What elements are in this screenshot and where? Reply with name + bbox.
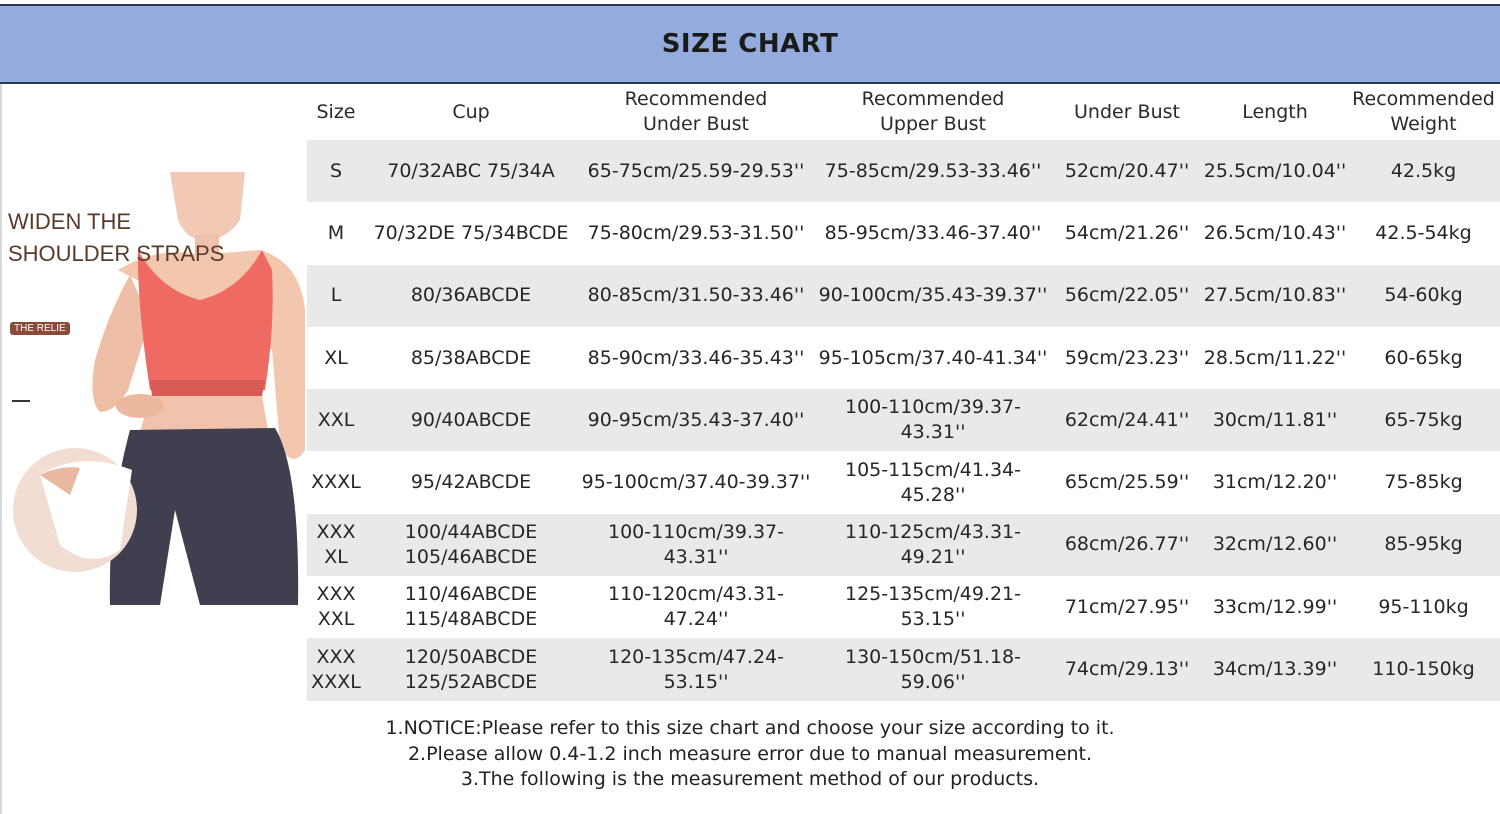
cell-recommended-under-bust: 85-90cm/33.46-35.43''	[587, 346, 805, 369]
column-header-recommended-upper-bust: Recommended Upper Bust	[861, 88, 1005, 135]
cell-recommended-weight: 75-85kg	[1384, 471, 1463, 494]
cell-cup: 100/44ABCDE 105/46ABCDE	[404, 520, 538, 568]
cell-recommended-under-bust: 95-100cm/37.40-39.37''	[581, 471, 811, 494]
cell-under-bust: 59cm/23.23''	[1064, 346, 1190, 369]
cell-cup: 90/40ABCDE	[410, 408, 532, 431]
cell-cup: 95/42ABCDE	[410, 471, 532, 494]
cell-recommended-under-bust: 80-85cm/31.50-33.46''	[587, 284, 805, 307]
cell-recommended-weight: 60-65kg	[1384, 346, 1463, 369]
notes: 1.NOTICE:Please refer to this size chart…	[0, 716, 1500, 793]
table-row: XXX XXL 110/46ABCDE 115/48ABCDE 110-120cm/…	[307, 576, 1500, 638]
cell-under-bust: 74cm/29.13''	[1064, 658, 1190, 681]
cell-recommended-upper-bust: 100-110cm/39.37- 43.31''	[845, 396, 1021, 444]
cell-length: 30cm/11.81''	[1212, 408, 1338, 431]
cell-recommended-under-bust: 110-120cm/43.31- 47.24''	[608, 583, 784, 631]
table-row: S 70/32ABC 75/34A 65-75cm/25.59-29.53'' 75-…	[307, 140, 1500, 203]
cell-length: 28.5cm/11.22''	[1203, 346, 1347, 369]
cell-size: XXX XXL	[316, 583, 356, 631]
column-header-cup: Cup	[452, 100, 490, 123]
cell-recommended-weight: 42.5kg	[1390, 159, 1457, 182]
cell-recommended-upper-bust: 105-115cm/41.34- 45.28''	[845, 458, 1021, 506]
table-row: XXXL 95/42ABCDE 95-100cm/37.40-39.37'' 105-…	[307, 451, 1500, 513]
cell-cup: 85/38ABCDE	[410, 346, 532, 369]
cell-recommended-weight: 85-95kg	[1384, 533, 1463, 556]
size-table: Size Cup Recommended Under Bust Recommen…	[307, 84, 1500, 701]
column-header-recommended-under-bust: Recommended Under Bust	[624, 88, 768, 135]
promo-headline-line1: WIDEN THE	[8, 209, 132, 234]
promo-headline: WIDEN THE SHOULDER STRAPS	[8, 206, 224, 270]
table-row: XXX XXXL 120/50ABCDE 125/52ABCDE 120-135cm…	[307, 638, 1500, 701]
note-2: 2.Please allow 0.4-1.2 inch measure erro…	[407, 742, 1093, 765]
cell-under-bust: 56cm/22.05''	[1064, 284, 1190, 307]
table-body: S 70/32ABC 75/34A 65-75cm/25.59-29.53'' 75-…	[307, 140, 1500, 701]
cell-under-bust: 54cm/21.26''	[1064, 221, 1190, 244]
cell-recommended-upper-bust: 90-100cm/35.43-39.37''	[818, 284, 1048, 307]
cell-size: S	[329, 159, 343, 182]
cell-recommended-under-bust: 100-110cm/39.37- 43.31''	[608, 520, 784, 568]
cell-recommended-under-bust: 90-95cm/35.43-37.40''	[587, 408, 805, 431]
cell-recommended-weight: 95-110kg	[1378, 595, 1469, 618]
cell-size: XL	[324, 346, 348, 369]
cell-length: 25.5cm/10.04''	[1203, 159, 1347, 182]
cell-cup: 70/32DE 75/34BCDE	[373, 221, 569, 244]
cell-recommended-upper-bust: 130-150cm/51.18- 59.06''	[845, 645, 1021, 693]
cell-recommended-under-bust: 75-80cm/29.53-31.50''	[587, 221, 805, 244]
column-header-length: Length	[1242, 100, 1308, 123]
product-image: WIDEN THE SHOULDER STRAPS THE RELIE	[0, 150, 305, 610]
cell-under-bust: 71cm/27.95''	[1064, 595, 1190, 618]
cell-under-bust: 62cm/24.41''	[1064, 408, 1190, 431]
cell-recommended-upper-bust: 85-95cm/33.46-37.40''	[824, 221, 1042, 244]
cell-recommended-under-bust: 65-75cm/25.59-29.53''	[587, 159, 805, 182]
cell-length: 27.5cm/10.83''	[1203, 284, 1347, 307]
cell-recommended-weight: 110-150kg	[1372, 658, 1475, 681]
cell-length: 33cm/12.99''	[1212, 595, 1338, 618]
table-header-row: Size Cup Recommended Under Bust Recommen…	[307, 84, 1500, 140]
cell-length: 26.5cm/10.43''	[1203, 221, 1347, 244]
cell-cup: 120/50ABCDE 125/52ABCDE	[404, 645, 538, 693]
table-row: XXX XL 100/44ABCDE 105/46ABCDE 100-110cm/3…	[307, 513, 1500, 577]
cell-cup: 70/32ABC 75/34A	[387, 159, 555, 182]
cell-under-bust: 65cm/25.59''	[1064, 471, 1190, 494]
table-row: XL 85/38ABCDE 85-90cm/33.46-35.43'' 95-105c…	[307, 327, 1500, 389]
cell-size: XXX XL	[316, 520, 356, 568]
cell-size: XXXL	[311, 471, 361, 494]
promo-headline-line2: SHOULDER STRAPS	[8, 241, 225, 266]
cell-recommended-under-bust: 120-135cm/47.24- 53.15''	[608, 645, 784, 693]
promo-divider	[12, 400, 30, 402]
column-header-under-bust: Under Bust	[1074, 100, 1180, 123]
cell-recommended-weight: 65-75kg	[1384, 408, 1463, 431]
page-title: SIZE CHART	[661, 29, 839, 59]
cell-recommended-upper-bust: 95-105cm/37.40-41.34''	[818, 346, 1048, 369]
column-header-recommended-weight: Recommended Weight	[1352, 88, 1495, 135]
cell-cup: 80/36ABCDE	[410, 284, 532, 307]
cell-under-bust: 52cm/20.47''	[1064, 159, 1190, 182]
table-row: M 70/32DE 75/34BCDE 75-80cm/29.53-31.50'' 8…	[307, 202, 1500, 264]
size-chart-header: SIZE CHART	[0, 4, 1500, 84]
table-row: XXL 90/40ABCDE 90-95cm/35.43-37.40'' 100-11…	[307, 389, 1500, 452]
cell-size: XXX XXXL	[311, 645, 361, 693]
cell-length: 32cm/12.60''	[1212, 533, 1338, 556]
cell-recommended-weight: 42.5-54kg	[1375, 221, 1472, 244]
note-3: 3.The following is the measurement metho…	[460, 768, 1040, 790]
cell-size: L	[330, 284, 342, 307]
cell-recommended-upper-bust: 75-85cm/29.53-33.46''	[824, 159, 1042, 182]
cell-under-bust: 68cm/26.77''	[1064, 533, 1190, 556]
column-header-size: Size	[316, 100, 356, 123]
cell-recommended-upper-bust: 110-125cm/43.31- 49.21''	[845, 520, 1021, 568]
cell-recommended-weight: 54-60kg	[1384, 284, 1463, 307]
cell-length: 31cm/12.20''	[1212, 471, 1338, 494]
cell-length: 34cm/13.39''	[1212, 658, 1338, 681]
table-row: L 80/36ABCDE 80-85cm/31.50-33.46'' 90-100cm…	[307, 264, 1500, 327]
cell-size: M	[327, 221, 345, 244]
cell-recommended-upper-bust: 125-135cm/49.21- 53.15''	[845, 583, 1021, 631]
promo-badge: THE RELIE	[10, 322, 70, 335]
note-1: 1.NOTICE:Please refer to this size chart…	[385, 717, 1115, 739]
cell-cup: 110/46ABCDE 115/48ABCDE	[404, 583, 538, 631]
cell-size: XXL	[317, 408, 355, 431]
